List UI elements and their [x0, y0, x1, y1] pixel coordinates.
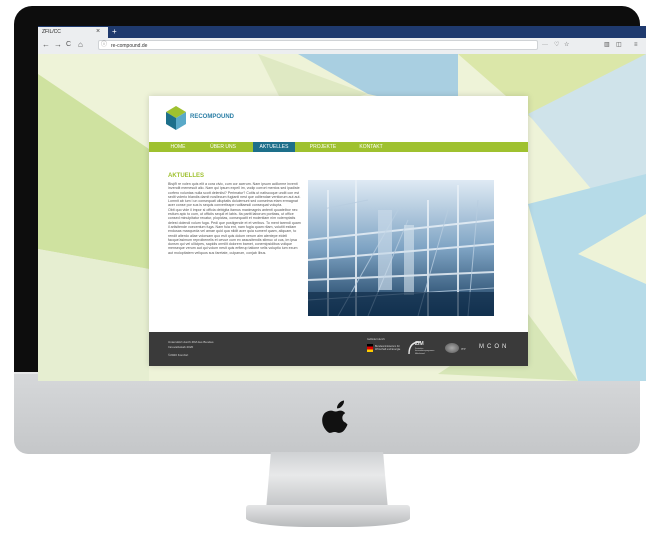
- nav-news[interactable]: AKTUELLES: [253, 142, 295, 152]
- website-card: RECOMPOUND HOME ÜBER UNS AKTUELLES PROJE…: [149, 96, 528, 366]
- footer-line-3: ©2020 Komfort: [168, 353, 189, 357]
- new-tab-button[interactable]: +: [112, 26, 117, 38]
- german-flag-icon: [367, 344, 373, 352]
- tab-strip: [38, 26, 646, 38]
- menu-icon[interactable]: ≡: [634, 40, 638, 50]
- bookmark-star-icon[interactable]: ☆: [564, 40, 569, 50]
- nav-about[interactable]: ÜBER UNS: [205, 142, 241, 152]
- article-paragraph-2: Obit quo vide il impor si officia debigi…: [168, 207, 301, 255]
- monitor-stand-neck: [266, 452, 388, 510]
- sidebar-icon[interactable]: ◫: [616, 40, 622, 50]
- nav-home[interactable]: HOME: [163, 142, 193, 152]
- nav-projects[interactable]: PROJEKTE: [305, 142, 341, 152]
- sponsor-caption: Gefördert durch:: [367, 338, 386, 341]
- pocket-icon[interactable]: ♡: [554, 40, 559, 50]
- library-icon[interactable]: ▥: [604, 40, 610, 50]
- reload-button[interactable]: C: [66, 40, 71, 50]
- screen: ZFIL/CC × + ← → C ⌂ re-compound.de ⓘ ···…: [38, 26, 646, 381]
- main-navigation: HOME ÜBER UNS AKTUELLES PROJEKTE KONTAKT: [149, 142, 528, 152]
- home-button[interactable]: ⌂: [78, 40, 83, 50]
- tab-title: ZFIL/CC: [42, 29, 61, 35]
- address-bar[interactable]: re-compound.de: [98, 40, 538, 50]
- site-footer: Unterstützt durch ZIM des Bundes Innovat…: [149, 332, 528, 366]
- footer-line-2: Innovativstab 2020: [168, 345, 194, 349]
- sponsor-bmwi: Bundesministerium für Wirtschaft und Ene…: [375, 345, 401, 351]
- industrial-plant-photo: [308, 180, 494, 316]
- sponsor-itp: ITP: [461, 347, 466, 351]
- sponsor-zim: ZIM: [415, 341, 424, 347]
- forward-button[interactable]: →: [54, 40, 62, 50]
- article-body: Bisp̈h̃ re volen quis elit a cora civic,…: [168, 182, 302, 322]
- back-button[interactable]: ←: [42, 40, 50, 50]
- tab-close-icon[interactable]: ×: [96, 26, 100, 37]
- footer-line-1: Unterstützt durch ZIM des Bundes: [168, 340, 214, 344]
- url-text: re-compound.de: [111, 43, 148, 49]
- sponsor-zim-sub: Zentrales Innovationsprogramm Mittelstan…: [415, 348, 435, 355]
- itp-globe-icon: [445, 343, 459, 353]
- sponsor-mcon: MCON: [479, 344, 510, 350]
- nav-contact[interactable]: KONTAKT: [353, 142, 389, 152]
- monitor-stand-base: [246, 505, 410, 527]
- site-logo-text[interactable]: RECOMPOUND: [190, 114, 234, 120]
- article-paragraph-1: Bisp̈h̃ re volen quis elit a cora civic,…: [168, 182, 301, 208]
- site-info-icon[interactable]: ⓘ: [101, 41, 107, 50]
- apple-logo-icon: [322, 400, 348, 433]
- recompound-logo-icon: [166, 106, 186, 130]
- section-heading: AKTUELLES: [168, 173, 204, 179]
- page-actions-icon[interactable]: ···: [542, 40, 548, 50]
